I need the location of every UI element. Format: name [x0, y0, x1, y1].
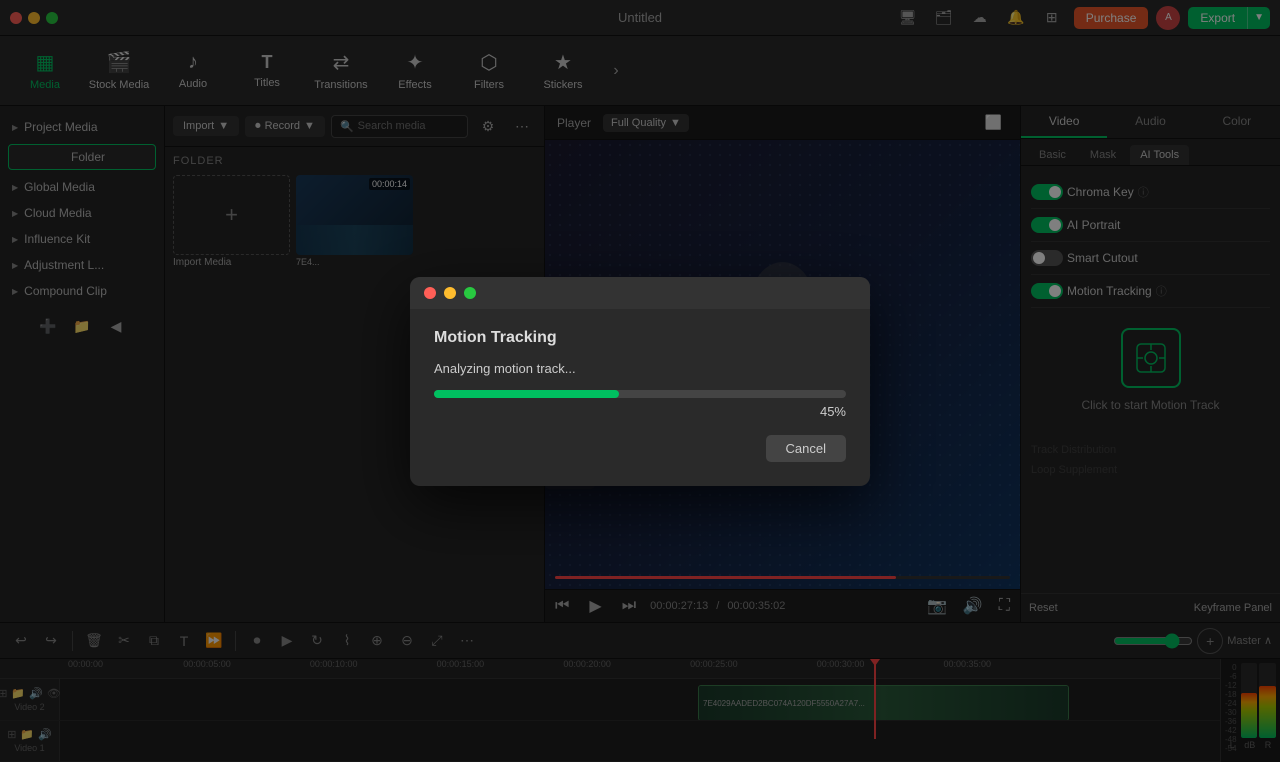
cancel-button[interactable]: Cancel [766, 435, 846, 462]
modal-title: Motion Tracking [434, 329, 846, 347]
modal-max-btn[interactable] [464, 287, 476, 299]
progress-row: 45% [434, 404, 846, 419]
progress-percentage: 45% [820, 404, 846, 419]
modal-min-btn[interactable] [444, 287, 456, 299]
modal-body: Motion Tracking Analyzing motion track..… [410, 309, 870, 486]
modal-actions: Cancel [434, 435, 846, 462]
progress-bar-bg [434, 390, 846, 398]
modal-overlay: Motion Tracking Analyzing motion track..… [0, 0, 1280, 762]
progress-bar-fill [434, 390, 619, 398]
modal-status: Analyzing motion track... [434, 361, 846, 376]
modal-titlebar [410, 277, 870, 309]
modal-close-btn[interactable] [424, 287, 436, 299]
motion-tracking-modal: Motion Tracking Analyzing motion track..… [410, 277, 870, 486]
